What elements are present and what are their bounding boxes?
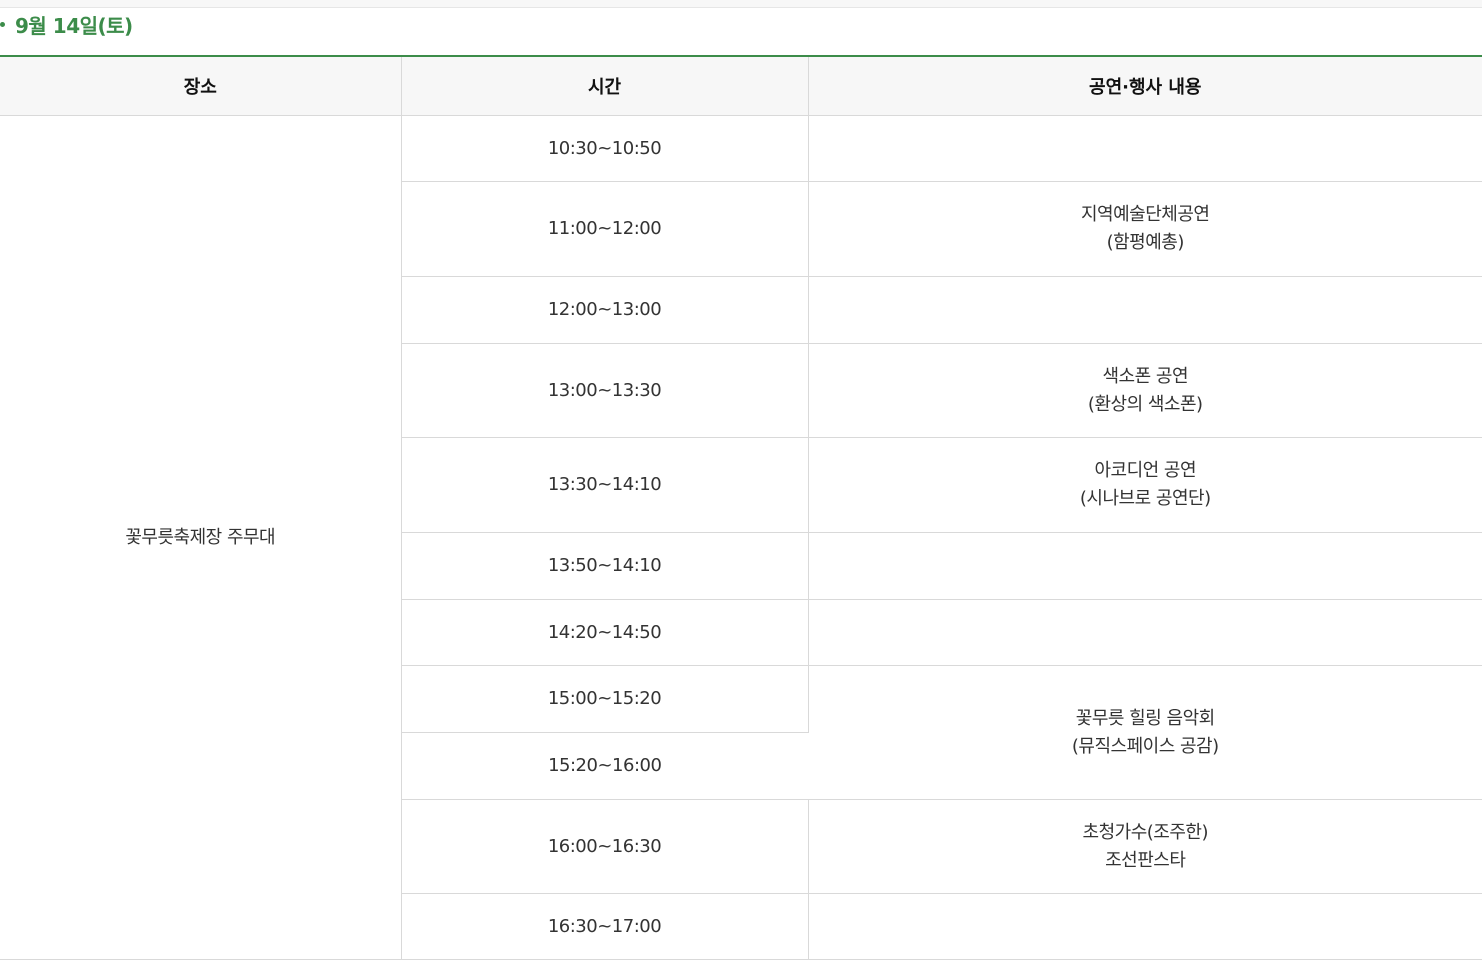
event-cell: 아코디언 공연 (시나브로 공연단) bbox=[808, 437, 1482, 533]
event-performer: (함평예총) bbox=[1106, 232, 1185, 253]
event-performer: (환상의 색소폰) bbox=[1087, 393, 1203, 415]
time-cell: 11:00~12:00 bbox=[401, 181, 809, 277]
bullet-icon bbox=[0, 21, 5, 27]
event-title: 초청가수(조주한) bbox=[1082, 821, 1209, 843]
event-cell: 꽃무릇 힐링 음악회 (뮤직스페이스 공감) bbox=[808, 665, 1482, 800]
event-title: 아코디언 공연 bbox=[1094, 460, 1197, 481]
event-cell bbox=[808, 893, 1482, 960]
table-header-row: 장소 시간 공연·행사 내용 bbox=[0, 56, 1482, 116]
event-title: 색소폰 공연 bbox=[1102, 365, 1189, 387]
event-cell: 지역예술단체공연 (함평예총) bbox=[808, 181, 1482, 277]
table-row: 꽃무릇축제장 주무대 10:30~10:50 bbox=[0, 115, 1482, 960]
date-heading: 9월 14일(토) bbox=[0, 8, 133, 40]
time-cell: 13:50~14:10 bbox=[401, 532, 809, 600]
time-cell: 13:30~14:10 bbox=[401, 437, 809, 533]
event-title: 지역예술단체공연 bbox=[1081, 204, 1210, 225]
event-performer: (뮤직스페이스 공감) bbox=[1071, 735, 1219, 757]
header-venue: 장소 bbox=[0, 56, 402, 116]
time-cell: 15:20~16:00 bbox=[401, 732, 808, 800]
header-event: 공연·행사 내용 bbox=[808, 56, 1482, 116]
event-title: 꽃무릇 힐링 음악회 bbox=[1075, 707, 1215, 729]
top-strip bbox=[0, 0, 1482, 8]
event-performer: 조선판스타 bbox=[1105, 849, 1186, 871]
time-cell: 16:30~17:00 bbox=[401, 893, 809, 960]
time-cell: 16:00~16:30 bbox=[401, 799, 809, 894]
event-cell: 초청가수(조주한) 조선판스타 bbox=[808, 799, 1482, 894]
venue-cell: 꽃무릇축제장 주무대 bbox=[0, 115, 402, 960]
event-cell bbox=[808, 276, 1482, 344]
event-performer: (시나브로 공연단) bbox=[1079, 488, 1211, 509]
time-cell: 10:30~10:50 bbox=[401, 115, 809, 182]
schedule-table: 장소 시간 공연·행사 내용 꽃무릇축제장 주무대 10:30~10:50 11… bbox=[0, 55, 1482, 960]
header-time: 시간 bbox=[401, 56, 809, 116]
event-cell bbox=[808, 532, 1482, 600]
date-title: 9월 14일(토) bbox=[15, 13, 133, 38]
event-cell: 색소폰 공연 (환상의 색소폰) bbox=[808, 343, 1482, 438]
time-cell: 14:20~14:50 bbox=[401, 599, 809, 666]
time-cell: 15:00~15:20 bbox=[401, 665, 809, 733]
time-cell: 13:00~13:30 bbox=[401, 343, 809, 438]
event-cell bbox=[808, 599, 1482, 666]
time-cell: 12:00~13:00 bbox=[401, 276, 809, 344]
event-cell bbox=[808, 115, 1482, 182]
